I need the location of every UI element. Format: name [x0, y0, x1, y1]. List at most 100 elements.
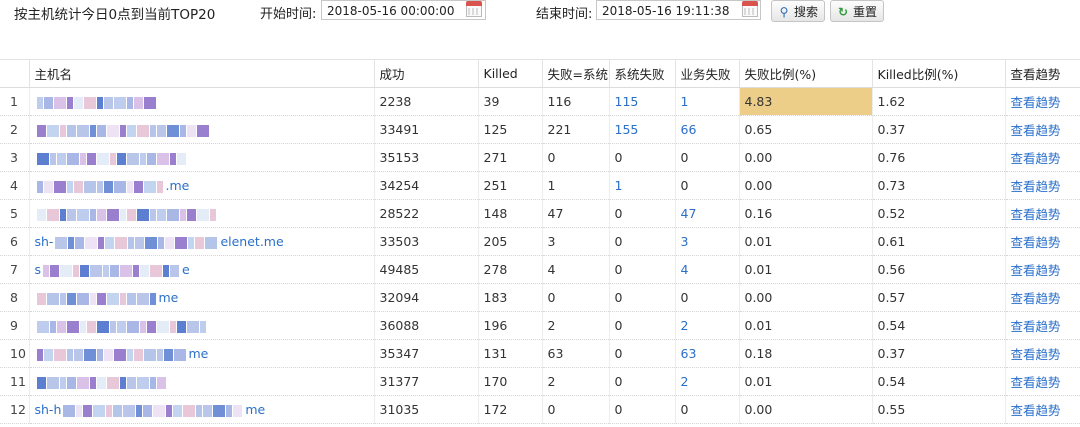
view-trend-link[interactable]: 查看趋势	[1005, 311, 1080, 340]
row-index: 3	[0, 143, 30, 172]
col-hostname[interactable]: 主机名	[29, 59, 375, 88]
sys-fail-link[interactable]: 115	[609, 87, 676, 116]
hostname-cell	[29, 311, 375, 340]
table-row: 2 33491 125 221 155 66 0.65 0.37 查看趋势	[0, 115, 1080, 144]
hostname-suffix: me	[158, 290, 179, 305]
view-trend-link[interactable]: 查看趋势	[1005, 395, 1080, 424]
killed-count: 125	[478, 115, 543, 144]
view-trend-link[interactable]: 查看趋势	[1005, 199, 1080, 228]
biz-fail-count: 0	[675, 283, 740, 312]
table-row: 6 sh-elenet.me 33503 205 3 0 3 0.01 0.61 查看趋势	[0, 227, 1080, 256]
sys-fail-count: 0	[609, 227, 676, 256]
redacted-hostname	[36, 180, 164, 193]
fail-ratio: 0.00	[739, 395, 873, 424]
view-trend-link[interactable]: 查看趋势	[1005, 339, 1080, 368]
success-count: 31035	[374, 395, 479, 424]
sys-fail-link[interactable]: 155	[609, 115, 676, 144]
biz-fail-link[interactable]: 4	[675, 255, 740, 284]
row-index: 5	[0, 199, 30, 228]
biz-fail-link[interactable]: 2	[675, 367, 740, 396]
redacted-hostname	[36, 348, 187, 361]
table-row: 4 .me 34254 251 1 1 0 0.00 0.73 查看趋势	[0, 171, 1080, 200]
killed-count: 39	[478, 87, 543, 116]
killed-ratio: 1.62	[872, 87, 1006, 116]
hostname-cell: sh-elenet.me	[29, 227, 375, 256]
redacted-hostname	[36, 208, 217, 221]
fail-ratio: 0.18	[739, 339, 873, 368]
end-time-label: 结束时间:	[536, 7, 593, 22]
biz-fail-link[interactable]: 47	[675, 199, 740, 228]
view-trend-link[interactable]: 查看趋势	[1005, 87, 1080, 116]
biz-fail-count: 0	[675, 171, 740, 200]
col-success[interactable]: 成功	[374, 59, 479, 88]
fail-count: 0	[542, 395, 610, 424]
redacted-hostname	[36, 376, 167, 389]
view-trend-link[interactable]: 查看趋势	[1005, 367, 1080, 396]
view-trend-link[interactable]: 查看趋势	[1005, 143, 1080, 172]
fail-ratio: 0.16	[739, 199, 873, 228]
col-index	[0, 59, 30, 88]
calendar-icon[interactable]	[742, 1, 758, 17]
redacted-hostname	[43, 264, 180, 277]
start-time-input[interactable]: 2018-05-16 00:00:00	[321, 0, 486, 20]
col-fail-ratio[interactable]: 失败比例(%)	[739, 59, 873, 88]
biz-fail-link[interactable]: 1	[675, 87, 740, 116]
table-row: 12 sh-h me 31035 172 0 0 0 0.00 0.55 查看趋势	[0, 395, 1080, 424]
biz-fail-count: 0	[675, 395, 740, 424]
fail-ratio: 0.01	[739, 311, 873, 340]
view-trend-link[interactable]: 查看趋势	[1005, 283, 1080, 312]
col-killed[interactable]: Killed	[478, 59, 543, 88]
hostname-prefix: sh-	[34, 234, 54, 249]
fail-count: 116	[542, 87, 610, 116]
col-killed-ratio[interactable]: Killed比例(%)	[872, 59, 1006, 88]
hostname-suffix: .me	[165, 178, 190, 193]
killed-count: 170	[478, 367, 543, 396]
hostname-cell: me	[29, 283, 375, 312]
table-row: 11 31377 170 2 0 2 0.01 0.54 查看趋势	[0, 367, 1080, 396]
col-sys-fail[interactable]: 系统失败	[609, 59, 676, 88]
view-trend-link[interactable]: 查看趋势	[1005, 227, 1080, 256]
biz-fail-link[interactable]: 3	[675, 227, 740, 256]
killed-count: 131	[478, 339, 543, 368]
col-biz-fail[interactable]: 业务失败	[675, 59, 740, 88]
hostname-suffix: me	[188, 346, 209, 361]
sys-fail-count: 0	[609, 283, 676, 312]
killed-ratio: 0.57	[872, 283, 1006, 312]
biz-fail-link[interactable]: 2	[675, 311, 740, 340]
success-count: 33491	[374, 115, 479, 144]
fail-count: 1	[542, 171, 610, 200]
hostname-cell	[29, 115, 375, 144]
sys-fail-link[interactable]: 1	[609, 171, 676, 200]
reset-button[interactable]: ↻ 重置	[830, 0, 885, 22]
table-row: 8 me 32094 183 0 0 0 0.00 0.57 查看趋势	[0, 283, 1080, 312]
success-count: 49485	[374, 255, 479, 284]
start-time-value: 2018-05-16 00:00:00	[327, 4, 455, 18]
view-trend-link[interactable]: 查看趋势	[1005, 255, 1080, 284]
success-count: 32094	[374, 283, 479, 312]
biz-fail-link[interactable]: 63	[675, 339, 740, 368]
hostname-cell	[29, 143, 375, 172]
search-button[interactable]: ⚲ 搜索	[771, 0, 826, 22]
sys-fail-count: 0	[609, 311, 676, 340]
redacted-hostname	[63, 404, 243, 417]
row-index: 12	[0, 395, 30, 424]
killed-count: 251	[478, 171, 543, 200]
row-index: 9	[0, 311, 30, 340]
row-index: 6	[0, 227, 30, 256]
hostname-cell	[29, 367, 375, 396]
fail-ratio: 0.00	[739, 143, 873, 172]
search-button-label: 搜索	[794, 5, 819, 19]
view-trend-link[interactable]: 查看趋势	[1005, 171, 1080, 200]
col-fail[interactable]: 失败=系统+	[542, 59, 610, 88]
row-index: 10	[0, 339, 30, 368]
end-time-input[interactable]: 2018-05-16 19:11:38	[596, 0, 761, 20]
table-row: 7 s e 49485 278 4 0 4 0.01 0.56 查看趋势	[0, 255, 1080, 284]
redacted-hostname	[36, 96, 157, 109]
fail-ratio: 0.01	[739, 367, 873, 396]
view-trend-link[interactable]: 查看趋势	[1005, 115, 1080, 144]
killed-ratio: 0.54	[872, 311, 1006, 340]
fail-ratio: 0.01	[739, 255, 873, 284]
biz-fail-link[interactable]: 66	[675, 115, 740, 144]
hostname-cell	[29, 87, 375, 116]
calendar-icon[interactable]	[466, 1, 482, 17]
